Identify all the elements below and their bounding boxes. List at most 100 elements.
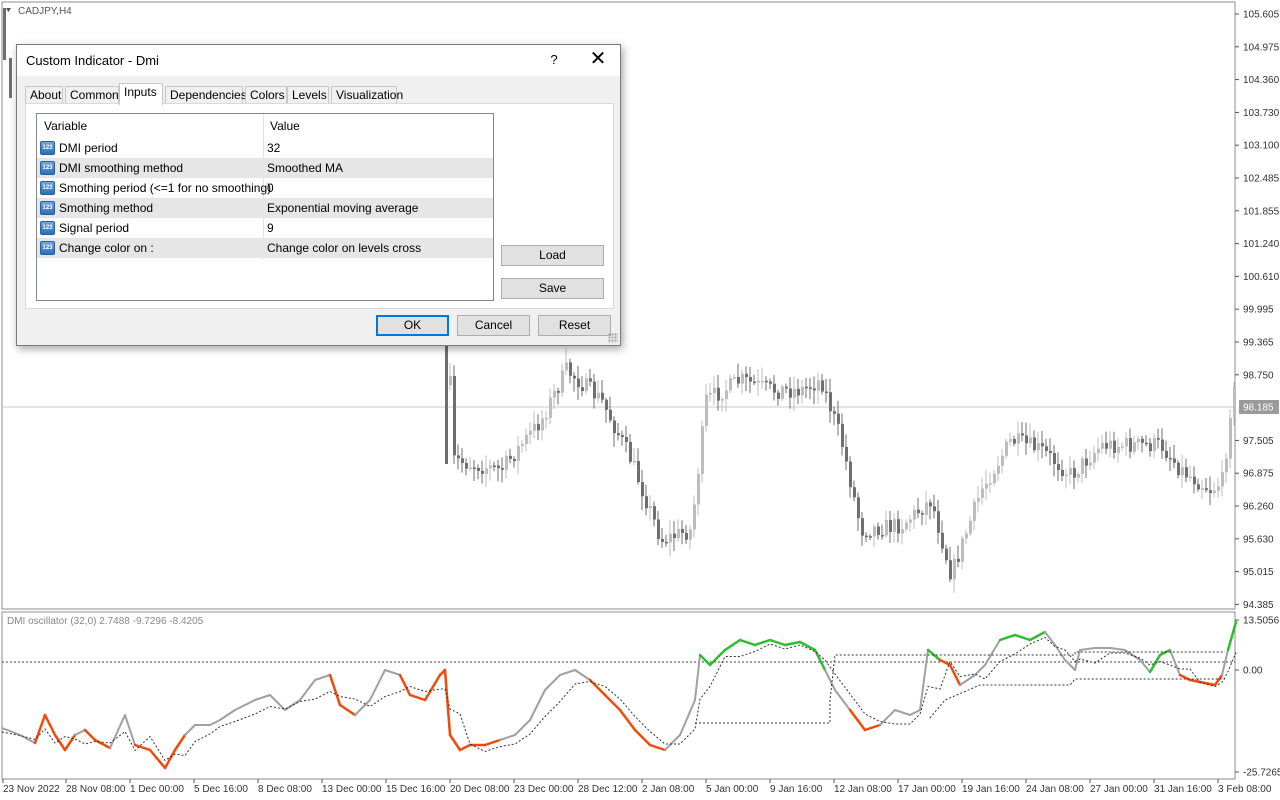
candle-body (1073, 468, 1076, 478)
param-value[interactable]: 0 (267, 181, 274, 195)
candle-body (585, 378, 588, 392)
candle-body (821, 380, 824, 392)
candle-body (1193, 476, 1196, 485)
price-tick-label: 105.605 (1243, 10, 1280, 21)
time-tick-label: 5 Dec 16:00 (194, 784, 248, 795)
time-tick-label: 8 Dec 08:00 (258, 784, 312, 795)
indicator-label: DMI oscillator (32,0) 2.7488 -9.7296 -8.… (7, 616, 204, 627)
candle-body (1025, 435, 1028, 444)
param-value[interactable]: Change color on levels cross (267, 241, 421, 255)
candle-body (1233, 387, 1236, 418)
tab-visualization[interactable]: Visualization (331, 86, 403, 104)
cancel-button[interactable]: Cancel (457, 315, 530, 336)
candle-body (685, 532, 688, 540)
candle-body (569, 362, 572, 376)
candle-body (925, 502, 928, 515)
tab-dependencies[interactable]: Dependencies (165, 86, 247, 104)
candle-body (577, 378, 580, 388)
candle-body (621, 435, 624, 438)
candle-body (881, 535, 884, 537)
candle-body (613, 420, 616, 434)
candle-body (993, 473, 996, 484)
candle-body (829, 392, 832, 412)
candle-body (689, 529, 692, 540)
candle-body (853, 487, 856, 498)
param-value[interactable]: Exponential moving average (267, 201, 418, 215)
candle-body (1149, 443, 1152, 452)
candle-body (653, 506, 656, 520)
candle-body (1057, 464, 1060, 470)
help-button[interactable]: ? (539, 47, 569, 73)
numeric-param-icon: 123 (40, 241, 55, 255)
param-row[interactable]: 123 DMI period 32 (37, 138, 493, 158)
candle-body (473, 467, 476, 470)
param-row[interactable]: 123 Change color on : Change color on le… (37, 238, 493, 258)
candle-body (661, 538, 664, 542)
candle-body (1097, 448, 1100, 454)
param-row[interactable]: 123 Smothing method Exponential moving a… (37, 198, 493, 218)
candle-body (969, 520, 972, 534)
candle-body (1041, 443, 1044, 447)
candle-body (777, 392, 780, 399)
dialog-titlebar[interactable]: Custom Indicator - Dmi ? ✕ (17, 45, 620, 76)
candle-body (469, 467, 472, 470)
candle-body (537, 423, 540, 431)
save-button[interactable]: Save (501, 278, 604, 299)
candle-body (793, 388, 796, 398)
candle-body (933, 506, 936, 512)
candle-body (769, 381, 772, 384)
parameters-grid[interactable]: Variable Value 123 DMI period 32 123 DMI… (36, 113, 494, 301)
candle-body (1013, 439, 1016, 444)
candle-body (713, 387, 716, 393)
candle-body (1089, 462, 1092, 466)
candle-body (913, 509, 916, 520)
candle-body (1161, 439, 1164, 451)
ok-button[interactable]: OK (376, 315, 449, 336)
variable-column-header[interactable]: Variable (44, 119, 87, 133)
candle-body (533, 423, 536, 431)
candle-body (849, 461, 852, 488)
candle-body (721, 399, 724, 401)
candle-body (1221, 472, 1224, 487)
tab-levels[interactable]: Levels (287, 86, 329, 104)
time-tick-label: 24 Jan 08:00 (1026, 784, 1084, 795)
candle-body (1213, 490, 1216, 494)
param-value[interactable]: 9 (267, 221, 274, 235)
param-row[interactable]: 123 Smothing period (<=1 for no smoothin… (37, 178, 493, 198)
tab-common[interactable]: Common (65, 86, 119, 104)
numeric-param-icon: 123 (40, 201, 55, 215)
close-button[interactable]: ✕ (583, 47, 613, 73)
param-row[interactable]: 123 DMI smoothing method Smoothed MA (37, 158, 493, 178)
candle-body (1197, 484, 1200, 490)
candle-body (1021, 433, 1024, 436)
candle-body (749, 377, 752, 382)
candle-body (877, 526, 880, 536)
candle-body (809, 387, 812, 389)
tab-inputs[interactable]: Inputs (119, 83, 163, 105)
tab-colors[interactable]: Colors (245, 86, 287, 104)
param-variable: Smothing period (<=1 for no smoothing) (59, 181, 272, 195)
candle-body (909, 519, 912, 523)
candle-body (917, 509, 920, 514)
candle-body (501, 468, 504, 470)
param-row[interactable]: 123 Signal period 9 (37, 218, 493, 238)
candle-body (1009, 439, 1012, 442)
value-column-header[interactable]: Value (270, 119, 300, 133)
time-tick-label: 20 Dec 08:00 (450, 784, 510, 795)
indicator-tick-label: 0.00 (1243, 666, 1263, 677)
candle-body (517, 445, 520, 462)
tab-about[interactable]: About (25, 86, 63, 104)
price-tick-label: 103.730 (1243, 108, 1280, 119)
dialog-title: Custom Indicator - Dmi (26, 53, 159, 68)
resize-grip-icon[interactable] (608, 333, 618, 343)
time-tick-label: 12 Jan 08:00 (834, 784, 892, 795)
param-value[interactable]: 32 (267, 141, 280, 155)
candle-body (461, 458, 464, 463)
load-button[interactable]: Load (501, 245, 604, 266)
candle-body (1153, 438, 1156, 452)
candle-body (573, 375, 576, 379)
param-value[interactable]: Smoothed MA (267, 161, 343, 175)
candle-body (1033, 437, 1036, 451)
reset-button[interactable]: Reset (538, 315, 611, 336)
candle-body (865, 535, 868, 538)
